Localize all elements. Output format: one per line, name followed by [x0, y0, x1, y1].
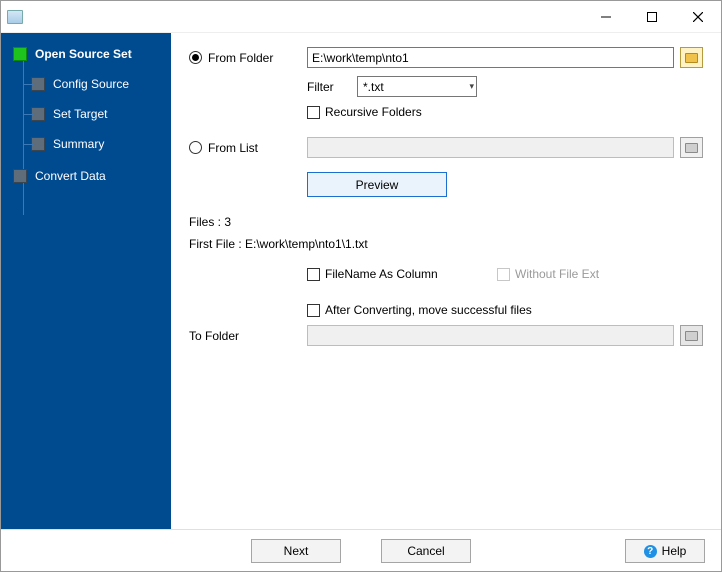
maximize-button[interactable]	[629, 2, 675, 32]
from-folder-input[interactable]: E:\work\temp\nto1	[307, 47, 674, 68]
step-icon	[31, 137, 45, 151]
wizard-window: Open Source Set Config Source Set Target…	[0, 0, 722, 572]
folder-icon	[685, 53, 698, 63]
filter-value: *.txt	[363, 80, 384, 94]
step-icon	[31, 107, 45, 121]
browse-from-list-button[interactable]	[680, 137, 703, 158]
radio-icon	[189, 141, 202, 154]
wizard-footer: Next Cancel ? Help	[1, 529, 721, 571]
next-label: Next	[284, 544, 309, 558]
from-folder-label: From Folder	[208, 51, 273, 65]
titlebar	[1, 1, 721, 33]
step-icon	[31, 77, 45, 91]
folder-icon	[685, 331, 698, 341]
step-icon	[13, 47, 27, 61]
window-controls	[583, 2, 721, 32]
recursive-label: Recursive Folders	[325, 105, 422, 119]
file-icon	[685, 143, 698, 153]
checkbox-icon	[307, 268, 320, 281]
browse-to-folder-button	[680, 325, 703, 346]
from-list-radio[interactable]: From List	[189, 141, 307, 155]
filename-as-column-label: FileName As Column	[325, 267, 438, 281]
nav-label: Set Target	[53, 107, 107, 121]
help-button[interactable]: ? Help	[625, 539, 705, 563]
after-converting-label: After Converting, move successful files	[325, 303, 532, 317]
nav-label: Config Source	[53, 77, 129, 91]
wizard-sidebar: Open Source Set Config Source Set Target…	[1, 33, 171, 529]
preview-label: Preview	[356, 178, 399, 192]
nav-convert-data[interactable]: Convert Data	[1, 163, 171, 189]
next-button[interactable]: Next	[251, 539, 341, 563]
nav-label: Open Source Set	[35, 47, 132, 61]
filter-combo[interactable]: *.txt ▾	[357, 76, 477, 97]
to-folder-input	[307, 325, 674, 346]
without-file-ext-checkbox: Without File Ext	[497, 267, 599, 281]
filter-label: Filter	[307, 80, 357, 94]
checkbox-icon	[307, 106, 320, 119]
after-converting-checkbox[interactable]: After Converting, move successful files	[307, 303, 532, 317]
checkbox-icon	[497, 268, 510, 281]
radio-icon	[189, 51, 202, 64]
from-folder-value: E:\work\temp\nto1	[312, 51, 409, 65]
help-label: Help	[662, 544, 687, 558]
nav-set-target[interactable]: Set Target	[1, 101, 171, 127]
close-button[interactable]	[675, 2, 721, 32]
from-list-label: From List	[208, 141, 258, 155]
cancel-button[interactable]: Cancel	[381, 539, 471, 563]
cancel-label: Cancel	[407, 544, 444, 558]
step-icon	[13, 169, 27, 183]
to-folder-label: To Folder	[189, 329, 239, 343]
nav-label: Convert Data	[35, 169, 106, 183]
from-list-input[interactable]	[307, 137, 674, 158]
nav-summary[interactable]: Summary	[1, 131, 171, 157]
chevron-down-icon: ▾	[469, 81, 474, 92]
nav-config-source[interactable]: Config Source	[1, 71, 171, 97]
files-count: Files : 3	[189, 215, 703, 229]
checkbox-icon	[307, 304, 320, 317]
preview-button[interactable]: Preview	[307, 172, 447, 197]
nav-open-source-set[interactable]: Open Source Set	[1, 41, 171, 67]
content-pane: From Folder E:\work\temp\nto1 Filter *.t…	[171, 33, 721, 529]
browse-from-folder-button[interactable]	[680, 47, 703, 68]
without-ext-label: Without File Ext	[515, 267, 599, 281]
first-file: First File : E:\work\temp\nto1\1.txt	[189, 237, 703, 251]
filename-as-column-checkbox[interactable]: FileName As Column	[307, 267, 497, 281]
minimize-button[interactable]	[583, 2, 629, 32]
nav-label: Summary	[53, 137, 104, 151]
recursive-folders-checkbox[interactable]: Recursive Folders	[307, 105, 422, 119]
from-folder-radio[interactable]: From Folder	[189, 51, 307, 65]
help-icon: ?	[644, 545, 657, 558]
app-icon	[7, 10, 23, 24]
